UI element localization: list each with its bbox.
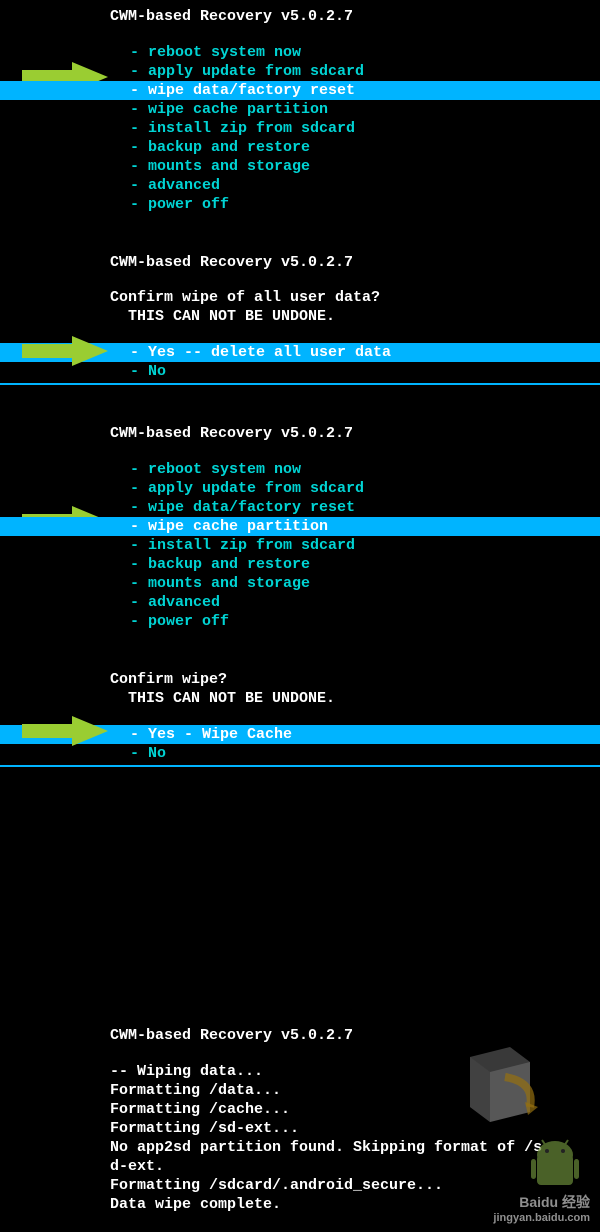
menu-item-backup[interactable]: - backup and restore	[110, 138, 600, 157]
menu-item-apply-update[interactable]: - apply update from sdcard	[110, 62, 600, 81]
confirm-no[interactable]: - No	[110, 362, 600, 381]
log-output: CWM-based Recovery v5.0.2.7 -- Wiping da…	[0, 1027, 600, 1214]
menu-item-wipe-data[interactable]: - wipe data/factory reset	[0, 81, 600, 100]
log-line: Data wipe complete.	[110, 1195, 600, 1214]
divider	[0, 765, 600, 767]
log-line: Formatting /cache...	[110, 1100, 600, 1119]
pointer-arrow-icon	[22, 336, 108, 366]
recovery-header: CWM-based Recovery v5.0.2.7	[110, 254, 600, 271]
menu-item-reboot[interactable]: - reboot system now	[110, 43, 600, 62]
menu-item-mounts[interactable]: - mounts and storage	[110, 157, 600, 176]
recovery-header: CWM-based Recovery v5.0.2.7	[110, 1027, 600, 1044]
menu-item-wipe-cache[interactable]: - wipe cache partition	[0, 517, 600, 536]
recovery-header: CWM-based Recovery v5.0.2.7	[110, 425, 600, 442]
menu-item-backup[interactable]: - backup and restore	[110, 555, 600, 574]
recovery-header: CWM-based Recovery v5.0.2.7	[110, 8, 600, 25]
menu-item-wipe-cache[interactable]: - wipe cache partition	[110, 100, 600, 119]
confirm-no[interactable]: - No	[110, 744, 600, 763]
confirm-question: Confirm wipe?	[110, 671, 600, 688]
log-line: Formatting /sdcard/.android_secure...	[110, 1176, 600, 1195]
menu-item-install-zip[interactable]: - install zip from sdcard	[110, 536, 600, 555]
divider	[0, 383, 600, 385]
menu-item-wipe-data[interactable]: - wipe data/factory reset	[110, 498, 600, 517]
menu-item-install-zip[interactable]: - install zip from sdcard	[110, 119, 600, 138]
log-line: -- Wiping data...	[110, 1062, 600, 1081]
pointer-arrow-icon	[22, 716, 108, 746]
menu-item-advanced[interactable]: - advanced	[110, 593, 600, 612]
log-line: d-ext.	[110, 1157, 600, 1176]
log-line: Formatting /data...	[110, 1081, 600, 1100]
log-line: No app2sd partition found. Skipping form…	[110, 1138, 600, 1157]
menu-item-poweroff[interactable]: - power off	[110, 195, 600, 214]
confirm-question: Confirm wipe of all user data?	[110, 289, 600, 306]
menu-item-advanced[interactable]: - advanced	[110, 176, 600, 195]
menu-item-mounts[interactable]: - mounts and storage	[110, 574, 600, 593]
confirm-warning: THIS CAN NOT BE UNDONE.	[110, 690, 600, 707]
log-line: Formatting /sd-ext...	[110, 1119, 600, 1138]
menu-item-poweroff[interactable]: - power off	[110, 612, 600, 631]
confirm-warning: THIS CAN NOT BE UNDONE.	[110, 308, 600, 325]
menu-item-apply-update[interactable]: - apply update from sdcard	[110, 479, 600, 498]
menu-item-reboot[interactable]: - reboot system now	[110, 460, 600, 479]
